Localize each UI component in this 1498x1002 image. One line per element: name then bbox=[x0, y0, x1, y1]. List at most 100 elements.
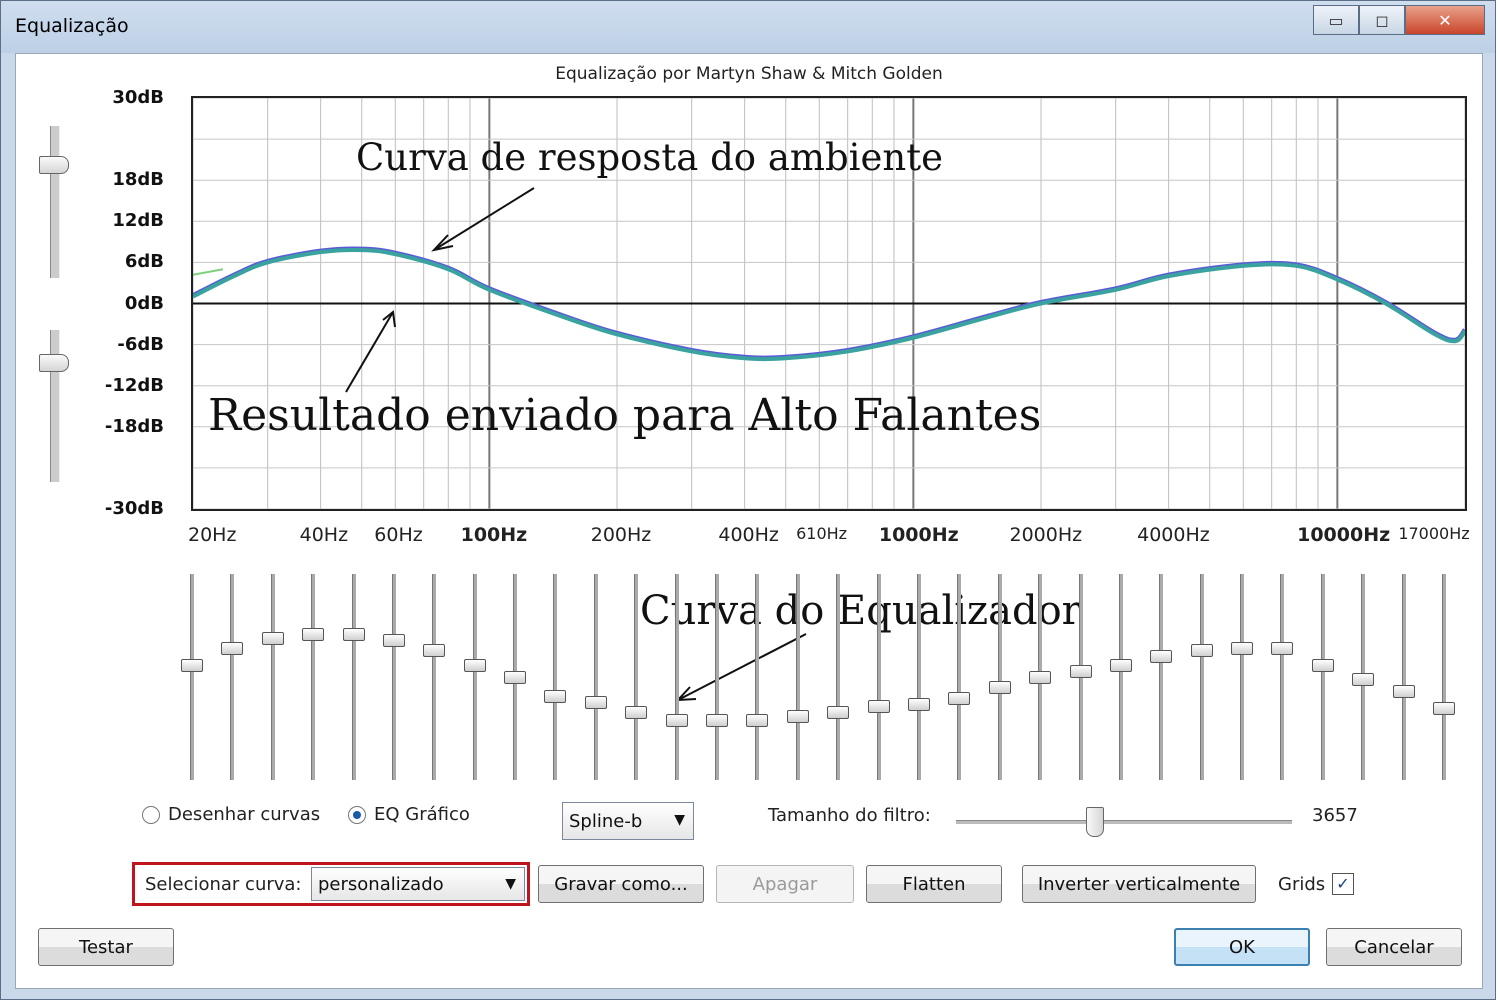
band-slider-thumb[interactable] bbox=[786, 710, 809, 724]
band-slider-thumb[interactable] bbox=[423, 644, 446, 658]
band-slider-thumb[interactable] bbox=[1231, 642, 1254, 656]
flatten-button[interactable]: Flatten bbox=[866, 865, 1002, 903]
minimize-button[interactable]: ▭ bbox=[1313, 5, 1359, 35]
band-slider[interactable] bbox=[867, 574, 890, 780]
radio-graphic-eq[interactable]: EQ Gráfico bbox=[348, 804, 470, 825]
select-curve-label: Selecionar curva: bbox=[145, 874, 302, 895]
band-slider[interactable] bbox=[827, 574, 850, 780]
band-slider[interactable] bbox=[746, 574, 769, 780]
band-slider-thumb[interactable] bbox=[342, 627, 365, 641]
invert-vertically-button[interactable]: Inverter verticalmente bbox=[1022, 865, 1256, 903]
grids-label: Grids bbox=[1278, 874, 1326, 895]
ok-button[interactable]: OK bbox=[1174, 928, 1310, 966]
band-slider-thumb[interactable] bbox=[746, 714, 769, 728]
band-slider-thumb[interactable] bbox=[988, 681, 1011, 695]
radio-graphic-eq-circle[interactable] bbox=[348, 805, 366, 824]
gain-slider-bottom-thumb[interactable] bbox=[39, 353, 69, 372]
band-slider[interactable] bbox=[625, 574, 648, 780]
band-slider-thumb[interactable] bbox=[665, 714, 688, 728]
band-slider[interactable] bbox=[665, 574, 688, 780]
filter-size-slider[interactable] bbox=[956, 807, 1292, 837]
radio-draw-curves-circle[interactable] bbox=[142, 805, 160, 824]
select-curve-group: Selecionar curva: personalizado ▼ bbox=[132, 862, 530, 906]
band-slider[interactable] bbox=[948, 574, 971, 780]
cancel-button[interactable]: Cancelar bbox=[1326, 928, 1462, 966]
band-slider-thumb[interactable] bbox=[827, 706, 850, 720]
db-tick-label: -6dB bbox=[117, 333, 164, 355]
band-slider[interactable] bbox=[1231, 574, 1254, 780]
filter-size-thumb[interactable] bbox=[1085, 807, 1104, 837]
band-slider[interactable] bbox=[221, 574, 244, 780]
band-slider[interactable] bbox=[504, 574, 527, 780]
band-slider-thumb[interactable] bbox=[544, 689, 567, 703]
band-slider[interactable] bbox=[342, 574, 365, 780]
band-slider-thumb[interactable] bbox=[463, 658, 486, 672]
band-slider-thumb[interactable] bbox=[1190, 644, 1213, 658]
band-slider-thumb[interactable] bbox=[1029, 671, 1052, 684]
band-slider-thumb[interactable] bbox=[221, 642, 244, 656]
gain-slider-top-thumb[interactable] bbox=[39, 156, 69, 174]
band-slider[interactable] bbox=[988, 574, 1011, 780]
save-as-button[interactable]: Gravar como... bbox=[538, 865, 704, 903]
band-slider-thumb[interactable] bbox=[504, 671, 527, 684]
band-slider-thumb[interactable] bbox=[302, 627, 325, 641]
maximize-button[interactable]: ◻ bbox=[1359, 5, 1405, 35]
band-slider[interactable] bbox=[181, 574, 203, 780]
band-slider[interactable] bbox=[1311, 574, 1334, 780]
annotation-room-curve: Curva de resposta do ambiente bbox=[356, 136, 943, 179]
band-slider[interactable] bbox=[423, 574, 446, 780]
band-slider-thumb[interactable] bbox=[907, 697, 930, 711]
band-slider-thumb[interactable] bbox=[1271, 642, 1294, 656]
hz-tick-label: 200Hz bbox=[590, 524, 652, 546]
delete-button[interactable]: Apagar bbox=[716, 865, 854, 903]
select-curve-value: personalizado bbox=[318, 874, 444, 895]
interpolation-select[interactable]: Spline-b ▼ bbox=[562, 802, 694, 840]
band-slider[interactable] bbox=[1352, 574, 1375, 780]
hz-tick-label: 40Hz bbox=[299, 524, 349, 546]
band-slider[interactable] bbox=[907, 574, 930, 780]
band-slider[interactable] bbox=[1271, 574, 1294, 780]
band-slider-thumb[interactable] bbox=[261, 631, 284, 645]
close-button[interactable]: ✕ bbox=[1405, 5, 1485, 35]
select-curve-dropdown[interactable]: personalizado ▼ bbox=[311, 867, 525, 901]
test-button[interactable]: Testar bbox=[38, 928, 174, 966]
band-slider[interactable] bbox=[302, 574, 325, 780]
band-slider[interactable] bbox=[382, 574, 405, 780]
band-slider[interactable] bbox=[1150, 574, 1173, 780]
band-slider-thumb[interactable] bbox=[948, 691, 971, 705]
hz-tick-label: 400Hz bbox=[718, 524, 779, 546]
radio-graphic-eq-label: EQ Gráfico bbox=[374, 804, 470, 825]
gain-slider-bottom[interactable] bbox=[39, 330, 69, 482]
gain-slider-top[interactable] bbox=[39, 126, 69, 278]
band-slider-thumb[interactable] bbox=[1433, 701, 1455, 715]
chevron-down-icon: ▼ bbox=[505, 876, 516, 892]
band-slider-thumb[interactable] bbox=[1392, 685, 1415, 699]
band-slider-thumb[interactable] bbox=[382, 633, 405, 647]
band-slider[interactable] bbox=[786, 574, 809, 780]
title-bar[interactable]: Equalização ▭ ◻ ✕ bbox=[1, 1, 1495, 53]
band-slider[interactable] bbox=[1069, 574, 1092, 780]
band-slider-thumb[interactable] bbox=[1069, 664, 1092, 678]
band-slider[interactable] bbox=[544, 574, 567, 780]
band-slider-thumb[interactable] bbox=[625, 706, 648, 720]
band-slider[interactable] bbox=[463, 574, 486, 780]
band-slider[interactable] bbox=[1029, 574, 1052, 780]
equalization-window: Equalização ▭ ◻ ✕ Equalização por Martyn… bbox=[0, 0, 1496, 1000]
radio-draw-curves[interactable]: Desenhar curvas bbox=[142, 804, 320, 825]
grids-checkbox[interactable]: ✓ bbox=[1332, 873, 1354, 895]
band-slider-thumb[interactable] bbox=[181, 658, 203, 672]
band-slider[interactable] bbox=[584, 574, 607, 780]
band-slider[interactable] bbox=[1190, 574, 1213, 780]
band-slider[interactable] bbox=[1109, 574, 1132, 780]
band-slider[interactable] bbox=[1392, 574, 1415, 780]
band-slider-thumb[interactable] bbox=[1352, 673, 1375, 687]
band-slider-thumb[interactable] bbox=[1311, 658, 1334, 672]
band-slider-thumb[interactable] bbox=[1109, 658, 1132, 672]
band-slider-thumb[interactable] bbox=[584, 695, 607, 709]
band-slider-thumb[interactable] bbox=[706, 714, 729, 728]
band-slider-thumb[interactable] bbox=[867, 699, 890, 713]
band-slider-thumb[interactable] bbox=[1150, 650, 1173, 664]
band-slider[interactable] bbox=[261, 574, 284, 780]
band-slider[interactable] bbox=[706, 574, 729, 780]
band-slider[interactable] bbox=[1433, 574, 1455, 780]
